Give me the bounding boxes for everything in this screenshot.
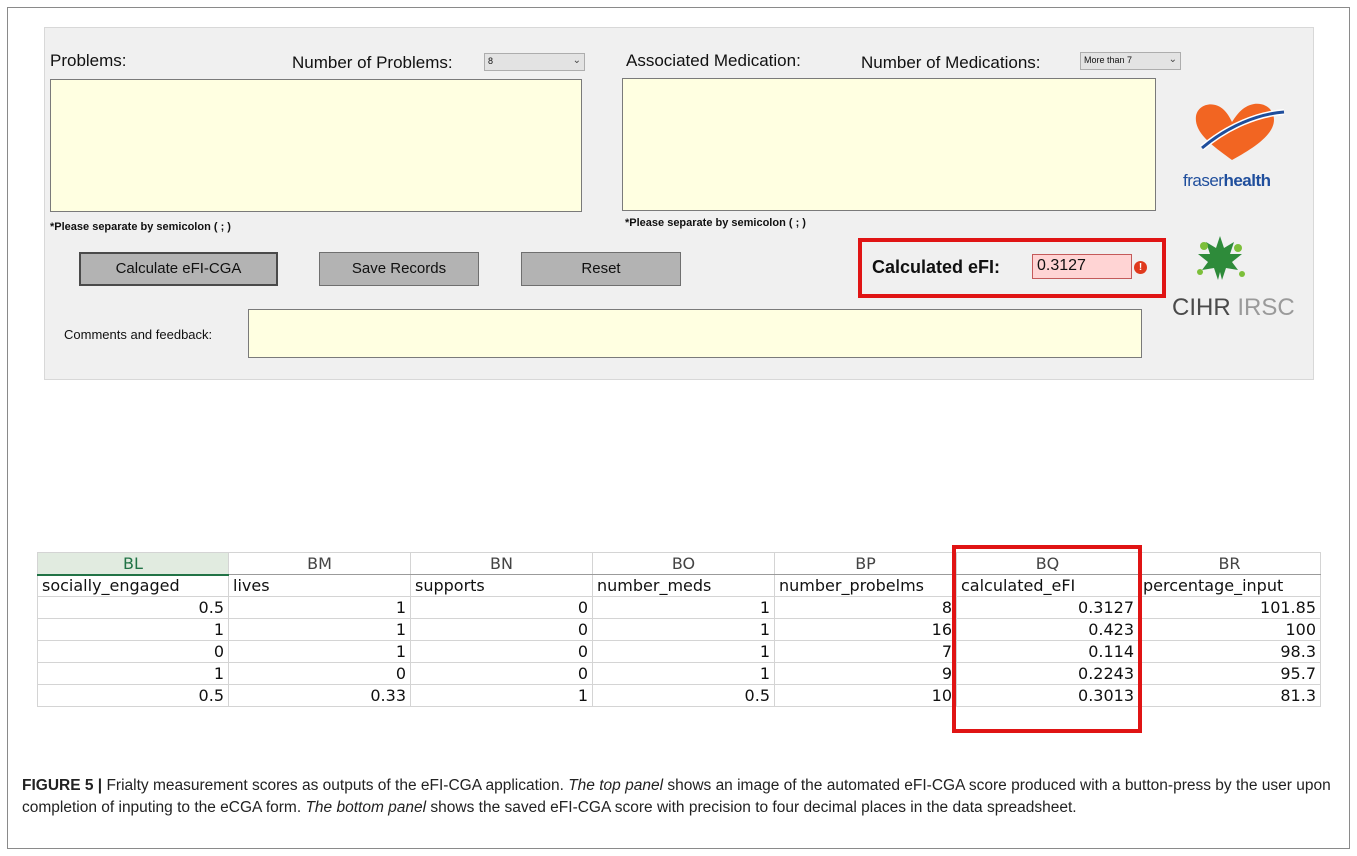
table-cell[interactable]: 98.3 — [1138, 640, 1321, 663]
leaf-icon — [1197, 236, 1245, 280]
calculated-efi-label: Calculated eFI: — [872, 257, 1001, 277]
caption-emphasis: The top panel — [568, 777, 664, 794]
header-cell[interactable]: supports — [410, 574, 593, 597]
table-cell[interactable]: 1 — [228, 596, 411, 619]
column-letter[interactable]: BL — [37, 552, 229, 576]
num-problems-label: Number of Problems: — [292, 53, 453, 72]
caption-text: shows the saved eFI-CGA score with preci… — [426, 799, 1077, 816]
header-cell[interactable]: number_probelms — [774, 574, 957, 597]
num-medications-value: More than 7 — [1084, 55, 1133, 65]
cihr-logo-text: CIHR IRSC — [1172, 294, 1295, 321]
table-cell[interactable]: 0 — [37, 640, 229, 663]
table-cell[interactable]: 10 — [774, 684, 957, 707]
table-cell[interactable]: 101.85 — [1138, 596, 1321, 619]
table-cell[interactable]: 1 — [228, 618, 411, 641]
table-cell[interactable]: 16 — [774, 618, 957, 641]
save-records-button[interactable]: Save Records — [319, 252, 479, 286]
heart-icon — [1195, 103, 1285, 160]
table-cell[interactable]: 0 — [410, 596, 593, 619]
problems-textarea[interactable] — [50, 79, 582, 212]
column-letter[interactable]: BO — [592, 552, 775, 575]
header-cell[interactable]: number_meds — [592, 574, 775, 597]
error-icon: ! — [1134, 261, 1147, 274]
comments-label: Comments and feedback: — [64, 327, 213, 342]
table-cell[interactable]: 0 — [410, 618, 593, 641]
table-cell[interactable]: 1 — [592, 618, 775, 641]
figure-label: FIGURE 5 | — [22, 777, 103, 794]
table-cell[interactable]: 1 — [410, 684, 593, 707]
num-problems-value: 8 — [488, 56, 494, 66]
table-cell[interactable]: 1 — [37, 662, 229, 685]
num-medications-select[interactable]: More than 7 ⌄ — [1080, 52, 1181, 70]
header-cell[interactable]: lives — [228, 574, 411, 597]
medication-label: Associated Medication: — [626, 51, 801, 70]
reset-button[interactable]: Reset — [521, 252, 681, 286]
column-letter[interactable]: BP — [774, 552, 957, 575]
medication-textarea[interactable] — [622, 78, 1156, 211]
num-problems-select[interactable]: 8 ⌄ — [484, 53, 585, 71]
header-cell[interactable]: socially_engaged — [37, 574, 229, 597]
table-cell[interactable]: 1 — [592, 662, 775, 685]
calculated-efi-column-highlight — [952, 545, 1142, 733]
figure-caption: FIGURE 5 | Frialty measurement scores as… — [22, 775, 1334, 819]
column-letter[interactable]: BM — [228, 552, 411, 575]
fraserhealth-logo: fraserhealth — [1180, 96, 1290, 200]
calculate-efi-button[interactable]: Calculate eFI-CGA — [79, 252, 278, 286]
medication-hint: *Please separate by semicolon ( ; ) — [625, 217, 806, 229]
table-cell[interactable]: 1 — [592, 640, 775, 663]
chevron-down-icon: ⌄ — [1168, 54, 1177, 65]
fraserhealth-logo-text: fraserhealth — [1183, 171, 1271, 190]
table-cell[interactable]: 0 — [228, 662, 411, 685]
problems-hint: *Please separate by semicolon ( ; ) — [50, 221, 231, 233]
table-cell[interactable]: 1 — [592, 596, 775, 619]
table-cell[interactable]: 0 — [410, 640, 593, 663]
table-cell[interactable]: 0.33 — [228, 684, 411, 707]
table-cell[interactable]: 81.3 — [1138, 684, 1321, 707]
table-cell[interactable]: 9 — [774, 662, 957, 685]
table-cell[interactable]: 1 — [37, 618, 229, 641]
num-medications-label: Number of Medications: — [861, 53, 1041, 72]
caption-text: Frialty measurement scores as outputs of… — [102, 777, 569, 794]
cihr-logo: CIHR IRSC — [1172, 232, 1302, 327]
column-letter[interactable]: BR — [1138, 552, 1321, 575]
chevron-down-icon: ⌄ — [572, 55, 581, 66]
table-cell[interactable]: 7 — [774, 640, 957, 663]
caption-emphasis: The bottom panel — [305, 799, 427, 816]
comments-textarea[interactable] — [248, 309, 1142, 358]
calculated-efi-field[interactable]: 0.3127 — [1032, 254, 1132, 279]
table-cell[interactable]: 100 — [1138, 618, 1321, 641]
problems-label: Problems: — [50, 51, 127, 70]
table-cell[interactable]: 95.7 — [1138, 662, 1321, 685]
header-cell[interactable]: percentage_input — [1138, 574, 1321, 597]
table-cell[interactable]: 1 — [228, 640, 411, 663]
table-cell[interactable]: 0.5 — [592, 684, 775, 707]
table-cell[interactable]: 0 — [410, 662, 593, 685]
table-cell[interactable]: 0.5 — [37, 684, 229, 707]
column-letter[interactable]: BN — [410, 552, 593, 575]
table-cell[interactable]: 0.5 — [37, 596, 229, 619]
table-cell[interactable]: 8 — [774, 596, 957, 619]
